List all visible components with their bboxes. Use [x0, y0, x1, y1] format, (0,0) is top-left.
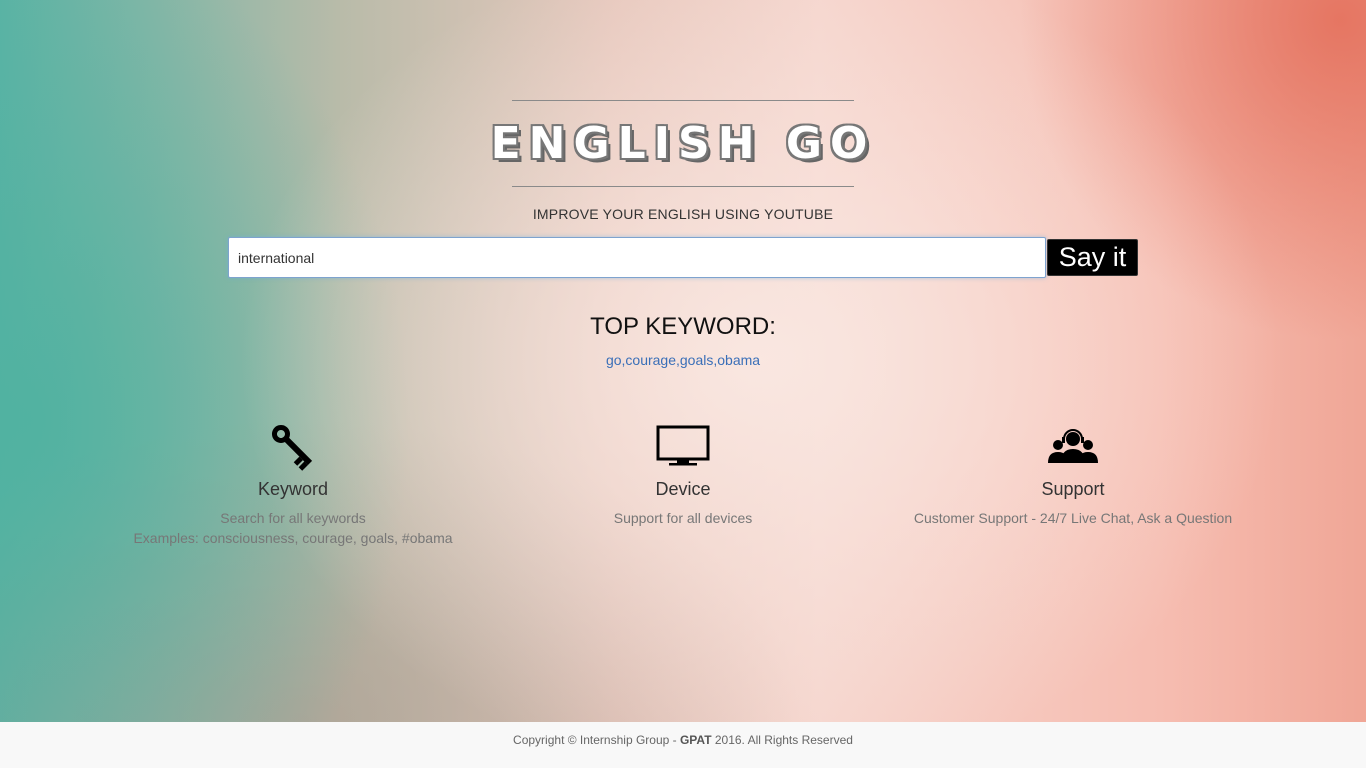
top-keyword-list: go,courage,goals,obama [483, 351, 883, 369]
feature-support: Support Customer Support - 24/7 Live Cha… [863, 418, 1283, 528]
title-divider-bottom [512, 186, 854, 187]
support-team-icon [1048, 429, 1098, 463]
keyword-link-obama[interactable]: obama [717, 352, 760, 368]
feature-title: Keyword [257, 479, 329, 499]
footer-copyright-suffix: 2016. All Rights Reserved [711, 733, 853, 747]
hero-background: ENGLISH GO IMPROVE YOUR ENGLISH USING YO… [0, 0, 1366, 722]
title-divider-top [512, 100, 854, 101]
footer-brand: GPAT [679, 733, 712, 747]
feature-keyword: Keyword Search for all keywords Examples… [83, 418, 503, 548]
monitor-icon [656, 425, 710, 466]
top-keyword-heading: TOP KEYWORD: [590, 313, 776, 340]
footer-copyright-prefix: Copyright © Internship Group - [513, 733, 680, 747]
feature-description: Search for all keywords Examples: consci… [83, 508, 503, 548]
key-icon [271, 424, 313, 471]
tagline: IMPROVE YOUR ENGLISH USING YOUTUBE [532, 206, 834, 222]
keyword-link-courage[interactable]: courage [625, 352, 676, 368]
feature-description-line: Support for all devices [613, 510, 753, 526]
feature-description: Customer Support - 24/7 Live Chat, Ask a… [863, 508, 1283, 528]
feature-description: Support for all devices [473, 508, 893, 528]
feature-device: Device Support for all devices [473, 418, 893, 528]
feature-title: Support [1041, 479, 1105, 499]
feature-description-line: Examples: consciousness, courage, goals,… [133, 530, 453, 546]
feature-description-line: Customer Support - 24/7 Live Chat, Ask a… [913, 510, 1233, 526]
search-input[interactable] [228, 237, 1046, 278]
footer: Copyright © Internship Group - GPAT 2016… [0, 722, 1366, 768]
say-it-button[interactable]: Say it [1047, 239, 1138, 276]
feature-description-line: Search for all keywords [220, 510, 366, 526]
keyword-link-go[interactable]: go [606, 352, 622, 368]
keyword-link-goals[interactable]: goals [680, 352, 713, 368]
feature-title: Device [655, 479, 711, 499]
page-title: ENGLISH GO [490, 118, 876, 169]
